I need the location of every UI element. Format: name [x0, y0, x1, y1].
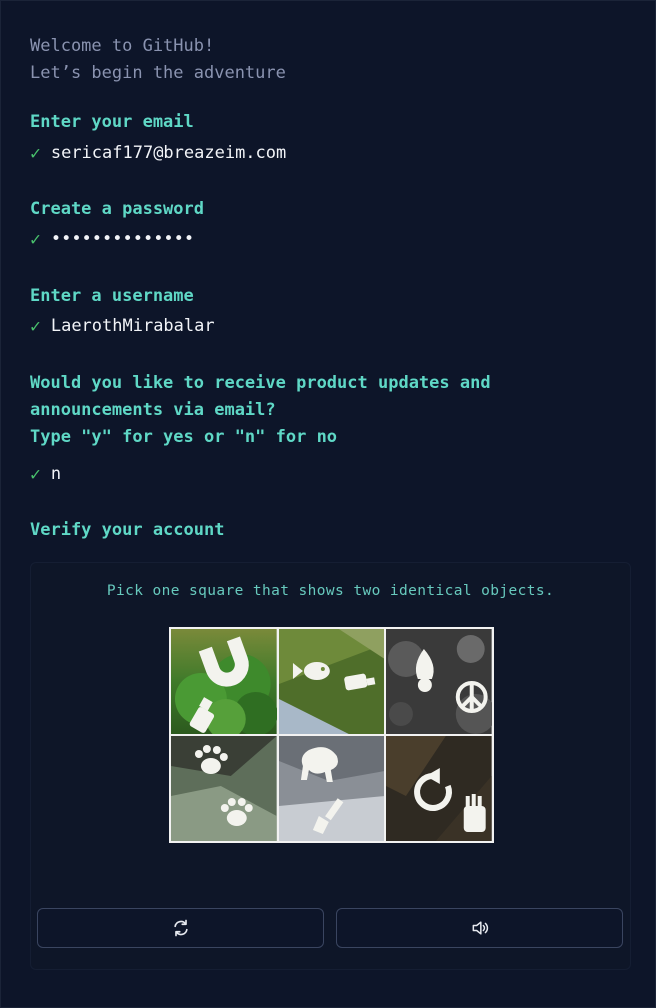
- captcha-tile-5[interactable]: [278, 736, 385, 841]
- email-value: sericaf177@breazeim.com: [50, 143, 287, 163]
- username-value: LaerothMirabalar: [50, 316, 215, 336]
- updates-label-line1: Would you like to receive product update…: [30, 373, 491, 393]
- email-field[interactable]: ✓ sericaf177@breazeim.com: [30, 140, 286, 167]
- username-label: Enter a username: [30, 286, 194, 306]
- updates-label-line3: Type "y" for yes or "n" for no: [30, 427, 338, 447]
- captcha-panel: Pick one square that shows two identical…: [30, 562, 631, 970]
- captcha-instruction: Pick one square that shows two identical…: [106, 583, 555, 599]
- audio-captcha-button[interactable]: [336, 908, 623, 948]
- updates-field[interactable]: ✓ n: [30, 461, 61, 488]
- updates-value: n: [50, 464, 62, 484]
- bokeh-background: [386, 629, 492, 734]
- captcha-tile-1[interactable]: [171, 629, 277, 734]
- check-icon: ✓: [30, 229, 41, 250]
- check-icon: ✓: [30, 464, 41, 485]
- verify-label: Verify your account: [30, 520, 225, 540]
- check-icon: ✓: [30, 143, 41, 164]
- captcha-grid: [169, 627, 494, 843]
- password-label: Create a password: [30, 199, 204, 219]
- forest-background: [171, 629, 277, 734]
- username-field[interactable]: ✓ LaerothMirabalar: [30, 313, 215, 340]
- captcha-tile-2[interactable]: [278, 629, 385, 734]
- password-value: ••••••••••••••: [50, 229, 195, 249]
- landscape-background: [278, 629, 385, 734]
- email-label: Enter your email: [30, 112, 194, 132]
- rocks-background: [171, 736, 277, 841]
- captcha-tile-4[interactable]: [171, 736, 277, 841]
- dark-background: [386, 736, 492, 841]
- welcome-title: Welcome to GitHub!: [30, 36, 215, 56]
- captcha-tile-3[interactable]: [386, 629, 492, 734]
- refresh-icon: [173, 919, 188, 937]
- welcome-subtitle: Let’s begin the adventure: [30, 63, 286, 83]
- password-field[interactable]: ✓ ••••••••••••••: [30, 226, 194, 253]
- stone-background: [278, 736, 385, 841]
- check-icon: ✓: [30, 316, 41, 337]
- refresh-captcha-button[interactable]: [37, 908, 324, 948]
- speaker-icon: [472, 921, 488, 935]
- signup-terminal: Welcome to GitHub! Let’s begin the adven…: [0, 0, 656, 1008]
- captcha-tile-6[interactable]: [386, 736, 492, 841]
- updates-label-line2: announcements via email?: [30, 400, 276, 420]
- welcome-message: Welcome to GitHub! Let’s begin the adven…: [30, 33, 286, 87]
